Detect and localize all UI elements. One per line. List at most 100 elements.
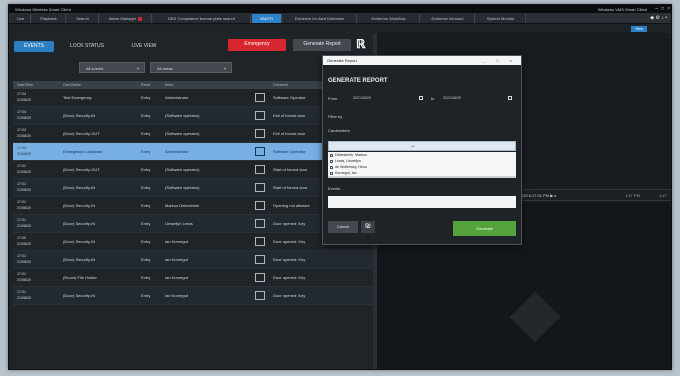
col-header[interactable]: Actor bbox=[165, 81, 173, 89]
table-cell: Door opened: Key bbox=[273, 275, 306, 280]
col-header[interactable]: Card Name bbox=[63, 81, 81, 89]
col-header[interactable]: Event bbox=[141, 81, 150, 89]
tab-evidence-inbound[interactable]: Evidence Inbound bbox=[421, 14, 475, 23]
table-cell: Markus Dekesbrink bbox=[165, 203, 200, 208]
table-row[interactable]: 17:01 21/08/20 (Door) Security-IN Entry Ian … bbox=[13, 287, 373, 305]
table-cell: 17:04 bbox=[17, 110, 26, 114]
lock-status-button[interactable]: LOCK STATUS bbox=[61, 41, 113, 52]
video-clip-icon[interactable] bbox=[255, 129, 265, 138]
brand-logo-icon[interactable]: ₪ bbox=[361, 221, 375, 233]
checkbox-icon[interactable] bbox=[330, 159, 333, 163]
tab-alarm-manager[interactable]: Alarm Manager bbox=[100, 14, 152, 23]
tab-search[interactable]: Search bbox=[67, 14, 99, 23]
calendar-icon[interactable] bbox=[419, 96, 423, 100]
maximize-icon[interactable]: □ bbox=[661, 6, 664, 12]
cardholder-search-input[interactable]: ↵ bbox=[328, 141, 516, 151]
generate-report-button[interactable]: Generate Report bbox=[293, 39, 351, 51]
table-cell: 21/08/20 bbox=[17, 98, 31, 102]
table-row[interactable]: 17:01 21/08/20 (Door) Security-OUT Entry (So… bbox=[13, 161, 373, 179]
cardholder-list[interactable]: Dekesbrink, Markus Lewis, Llewellyn de W… bbox=[328, 152, 516, 178]
tab-live[interactable]: Live bbox=[11, 14, 31, 23]
video-clip-icon[interactable] bbox=[255, 93, 265, 102]
calendar-icon[interactable] bbox=[508, 96, 512, 100]
view-button[interactable]: View bbox=[631, 26, 647, 32]
table-row[interactable]: 17:00 21/08/20 (Door) Security-IN Entry Ian … bbox=[13, 233, 373, 251]
video-clip-icon[interactable] bbox=[255, 255, 265, 264]
table-cell: Administrator bbox=[165, 95, 189, 100]
table-row[interactable]: 17:03 21/08/20 (Door) Security-OUT Entry (So… bbox=[13, 125, 373, 143]
video-clip-icon[interactable] bbox=[255, 147, 265, 156]
table-cell: (Door) Security-IN bbox=[63, 221, 96, 226]
video-clip-icon[interactable] bbox=[255, 219, 265, 228]
table-row[interactable]: 17:01 21/08/20 (Room) File Holder Entry Ian … bbox=[13, 269, 373, 287]
table-cell: (Door) Security-IN bbox=[63, 113, 96, 118]
tab-dbs-search[interactable]: DBS Compliance license plate search bbox=[153, 14, 251, 23]
to-date-input[interactable]: 2021/08/09 bbox=[443, 96, 461, 100]
cardholder-option[interactable]: Kornegut, Ian bbox=[330, 171, 357, 175]
watermark-logo-icon bbox=[509, 291, 561, 343]
chevron-down-icon: ▼ bbox=[223, 66, 227, 71]
table-cell: 21/08/20 bbox=[17, 296, 31, 300]
tab-vadtr[interactable]: VADTR bbox=[252, 14, 282, 23]
video-clip-icon[interactable] bbox=[255, 201, 265, 210]
table-row[interactable]: 17:03 21/08/20 Emergency Lockdown Entry Admi… bbox=[13, 143, 373, 161]
timeline-marker: 1:47 PM bbox=[625, 193, 640, 198]
col-header[interactable]: Date/Time bbox=[17, 81, 33, 89]
checkbox-icon[interactable] bbox=[330, 153, 333, 157]
video-clip-icon[interactable] bbox=[255, 111, 265, 120]
emergency-button[interactable]: Emergency bbox=[228, 39, 286, 51]
table-cell: (Door) Security-IN bbox=[63, 203, 96, 208]
event-filter-select[interactable]: All events ▼ bbox=[79, 62, 145, 73]
cardholder-option[interactable]: Dekesbrink, Markus bbox=[330, 153, 367, 157]
cardholder-name: Kornegut, Ian bbox=[335, 171, 357, 175]
video-clip-icon[interactable] bbox=[255, 165, 265, 174]
video-clip-icon[interactable] bbox=[255, 291, 265, 300]
table-row[interactable]: 17:01 21/08/20 (Door) Security-IN Entry Llew… bbox=[13, 215, 373, 233]
table-cell: Door opened: Key bbox=[273, 293, 306, 298]
video-clip-icon[interactable] bbox=[255, 273, 265, 282]
tab-label: Live bbox=[16, 16, 25, 21]
tab-label: Evidence Inbound bbox=[431, 16, 464, 21]
area-filter-select[interactable]: All areas ▼ bbox=[150, 62, 232, 73]
dialog-window-controls[interactable]: _ □ × bbox=[483, 56, 517, 65]
toolbar-icons[interactable]: ◆ ⚙ ↓ • bbox=[650, 15, 667, 21]
table-cell: 17:04 bbox=[17, 92, 26, 96]
from-label: From bbox=[328, 96, 338, 101]
close-icon[interactable]: × bbox=[667, 6, 670, 12]
cardholder-option[interactable]: de Wolfensky, Hiroo bbox=[330, 165, 367, 169]
minimize-icon[interactable]: – bbox=[655, 6, 658, 12]
table-row[interactable]: 17:01 21/08/20 (Door) Security-IN Entry Mark… bbox=[13, 197, 373, 215]
table-body: 17:04 21/08/20 Test Emergency Entry Administ… bbox=[13, 89, 373, 305]
video-clip-icon[interactable] bbox=[255, 183, 265, 192]
tab-label: Evidence Workflow bbox=[371, 16, 406, 21]
table-row[interactable]: 17:01 21/08/20 (Door) Security-IN Entry (Sof… bbox=[13, 179, 373, 197]
generate-button[interactable]: Generate bbox=[453, 221, 516, 236]
video-clip-icon[interactable] bbox=[255, 237, 265, 246]
table-cell: Llewellyn Lewis bbox=[165, 221, 193, 226]
tab-label: DBS Compliance license plate search bbox=[168, 16, 235, 21]
cardholder-name: Dekesbrink, Markus bbox=[335, 153, 367, 157]
table-cell: Administrator bbox=[165, 149, 189, 154]
live-view-button[interactable]: LIVE VIEW bbox=[121, 41, 167, 52]
col-header[interactable]: Comment bbox=[273, 81, 288, 89]
cancel-button[interactable]: Cancel bbox=[328, 221, 358, 233]
checkbox-icon[interactable] bbox=[330, 171, 333, 175]
table-cell: (Software operator) bbox=[165, 185, 200, 190]
window-title: Windows Wireless Smart Client bbox=[15, 7, 71, 12]
table-row[interactable]: 17:04 21/08/20 Test Emergency Entry Administ… bbox=[13, 89, 373, 107]
cardholder-option[interactable]: Lewis, Llewellyn bbox=[330, 159, 361, 163]
checkbox-icon[interactable] bbox=[330, 165, 333, 169]
tab-system-monitor[interactable]: System Monitor bbox=[476, 14, 526, 23]
tab-label: Evidence for Alert Detection bbox=[294, 16, 345, 21]
table-row[interactable]: 17:01 21/08/20 (Door) Security-IN Entry Ian … bbox=[13, 251, 373, 269]
to-label: to bbox=[431, 96, 435, 101]
table-cell: 17:01 bbox=[17, 218, 26, 222]
table-row[interactable]: 17:04 21/08/20 (Door) Security-IN Entry (Sof… bbox=[13, 107, 373, 125]
tab-evidence-alert[interactable]: Evidence for Alert Detection bbox=[283, 14, 357, 23]
events-input[interactable] bbox=[328, 196, 516, 208]
tab-playback[interactable]: Playback bbox=[32, 14, 66, 23]
table-cell: 21/08/20 bbox=[17, 152, 31, 156]
events-button[interactable]: EVENTS bbox=[14, 41, 54, 52]
from-date-input[interactable]: 2021/08/09 bbox=[353, 96, 371, 100]
tab-evidence-workflow[interactable]: Evidence Workflow bbox=[358, 14, 420, 23]
